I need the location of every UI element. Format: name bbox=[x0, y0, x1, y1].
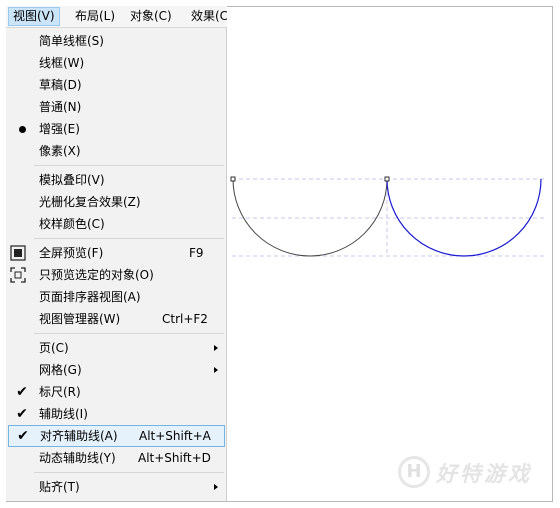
menu-item-label: 动态辅助线(Y) bbox=[39, 451, 116, 465]
menu-object[interactable]: 对象(C) bbox=[126, 7, 176, 26]
menu-item-simple-wireframe[interactable]: 简单线框(S) bbox=[6, 30, 227, 52]
menu-item-label: 贴齐(T) bbox=[39, 480, 80, 494]
menu-item-wireframe[interactable]: 线框(W) bbox=[6, 52, 227, 74]
menu-item-label: 标尺(R) bbox=[39, 385, 81, 399]
submenu-arrow-icon bbox=[214, 367, 218, 373]
menu-item-label: 线框(W) bbox=[39, 56, 85, 70]
menu-item-label: 普通(N) bbox=[39, 100, 82, 114]
menu-item-label: 只预览选定的对象(O) bbox=[39, 268, 154, 282]
checkmark-icon: ✔ bbox=[17, 428, 29, 444]
menu-item-shortcut: Ctrl+F2 bbox=[162, 312, 208, 326]
menu-separator bbox=[34, 472, 224, 473]
menu-item-enhanced[interactable]: 增强(E) bbox=[6, 118, 227, 140]
menu-item-label: 光栅化复合效果(Z) bbox=[39, 195, 141, 209]
menu-item-rulers[interactable]: ✔ 标尺(R) bbox=[6, 381, 227, 403]
menu-item-shortcut: F9 bbox=[189, 246, 204, 260]
view-dropdown-menu: 简单线框(S) 线框(W) 草稿(D) 普通(N) 增强(E) 像素(X) 模拟… bbox=[6, 28, 227, 501]
menu-item-label: 辅助线(I) bbox=[39, 407, 88, 421]
menu-item-label: 像素(X) bbox=[39, 144, 81, 158]
menu-separator bbox=[34, 238, 224, 239]
watermark-logo: H bbox=[398, 456, 430, 488]
menu-item-alignment-guides[interactable]: ✔ 对齐辅助线(A) Alt+Shift+A bbox=[8, 425, 225, 447]
menu-item-normal[interactable]: 普通(N) bbox=[6, 96, 227, 118]
drawing-canvas[interactable] bbox=[228, 28, 552, 501]
node-handle[interactable] bbox=[230, 176, 236, 182]
menu-item-label: 页面排序器视图(A) bbox=[39, 290, 141, 304]
menu-item-page-sorter-view[interactable]: 页面排序器视图(A) bbox=[6, 286, 227, 308]
menu-bar: 视图(V) 布局(L) 对象(C) 效果(C) bbox=[6, 6, 227, 28]
menu-item-label: 校样颜色(C) bbox=[39, 217, 105, 231]
menu-item-simulate-overprint[interactable]: 模拟叠印(V) bbox=[6, 169, 227, 191]
submenu-arrow-icon bbox=[214, 345, 218, 351]
menu-item-label: 视图管理器(W) bbox=[39, 312, 121, 326]
menu-item-label: 对齐辅助线(A) bbox=[40, 429, 118, 443]
menu-item-proof-colors[interactable]: 校样颜色(C) bbox=[6, 213, 227, 235]
menu-item-pixels[interactable]: 像素(X) bbox=[6, 140, 227, 162]
menu-separator bbox=[34, 165, 224, 166]
menu-view[interactable]: 视图(V) bbox=[8, 7, 60, 26]
menu-item-rasterize-effects[interactable]: 光栅化复合效果(Z) bbox=[6, 191, 227, 213]
menu-separator bbox=[34, 333, 224, 334]
menu-item-snap-to[interactable]: 贴齐(T) bbox=[6, 476, 227, 498]
menu-item-label: 页(C) bbox=[39, 341, 69, 355]
menu-item-label: 草稿(D) bbox=[39, 78, 82, 92]
menu-item-shortcut: Alt+Shift+A bbox=[139, 429, 211, 443]
preview-selected-icon bbox=[10, 267, 26, 283]
menu-item-full-screen-preview[interactable]: 全屏预览(F) F9 bbox=[6, 242, 227, 264]
watermark-text: 好特游戏 bbox=[436, 462, 532, 486]
menu-item-view-manager[interactable]: 视图管理器(W) Ctrl+F2 bbox=[6, 308, 227, 330]
menu-effects[interactable]: 效果(C) bbox=[187, 7, 227, 26]
menu-item-grid[interactable]: 网格(G) bbox=[6, 359, 227, 381]
menu-item-page[interactable]: 页(C) bbox=[6, 337, 227, 359]
checkmark-icon: ✔ bbox=[16, 406, 28, 422]
menu-item-label: 全屏预览(F) bbox=[39, 246, 104, 260]
menu-item-preview-selected[interactable]: 只预览选定的对象(O) bbox=[6, 264, 227, 286]
menu-item-label: 增强(E) bbox=[39, 122, 80, 136]
menu-item-shortcut: Alt+Shift+D bbox=[138, 451, 211, 465]
checkmark-icon: ✔ bbox=[16, 384, 28, 400]
menu-item-label: 网格(G) bbox=[39, 363, 82, 377]
left-arc-shape[interactable] bbox=[232, 178, 388, 257]
bullet-icon bbox=[14, 118, 30, 140]
menu-layout[interactable]: 布局(L) bbox=[71, 7, 119, 26]
menu-item-dynamic-guides[interactable]: 动态辅助线(Y) Alt+Shift+D bbox=[6, 447, 227, 469]
node-handle[interactable] bbox=[384, 176, 390, 182]
menu-item-draft[interactable]: 草稿(D) bbox=[6, 74, 227, 96]
menu-item-label: 模拟叠印(V) bbox=[39, 173, 105, 187]
menu-item-guidelines[interactable]: ✔ 辅助线(I) bbox=[6, 403, 227, 425]
submenu-arrow-icon bbox=[214, 484, 218, 490]
menu-item-label: 简单线框(S) bbox=[39, 34, 104, 48]
fullscreen-icon bbox=[10, 245, 26, 261]
